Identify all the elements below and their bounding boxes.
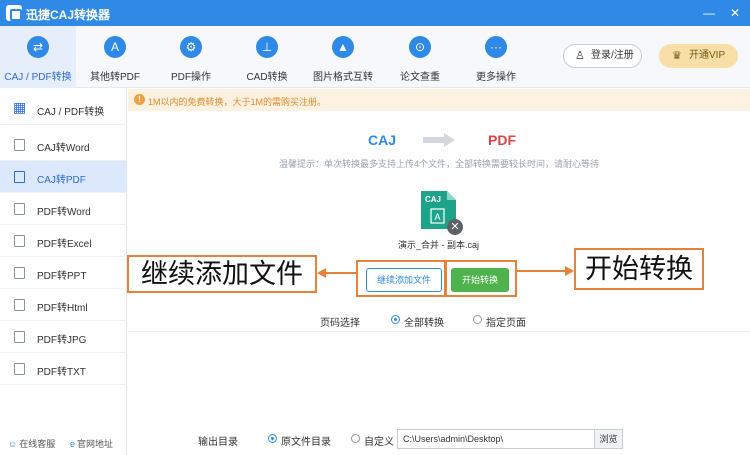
tab-pdf-ops[interactable]: ⚙ PDF操作 — [160, 26, 222, 88]
gear-icon: ⚙ — [180, 36, 202, 58]
sidebar-item-label: PDF转PPT — [37, 271, 87, 282]
sidebar-item-pdf-ppt[interactable]: PDF转PPT — [0, 257, 127, 289]
arrow-right-icon — [423, 133, 455, 147]
swap-icon: ⇄ — [27, 36, 49, 58]
sidebar-item-label: PDF转Word — [37, 207, 91, 218]
radio-custom-label[interactable]: 自定义 — [364, 433, 394, 448]
tab-label: 更多操作 — [476, 72, 516, 83]
radio-custom-dir[interactable] — [351, 434, 360, 443]
txt-file-icon — [14, 363, 25, 375]
tab-label: CAD转换 — [246, 72, 288, 83]
user-icon: ♙ — [575, 50, 585, 62]
minimize-button[interactable]: — — [700, 4, 718, 22]
sidebar-item-label: CAJ转Word — [37, 143, 90, 154]
notice-text: 1M以内的免费转换，大于1M的需购买注册。 — [148, 97, 327, 107]
vip-button[interactable]: ♛ 开通VIP — [659, 44, 738, 68]
start-convert-button[interactable]: 开始转换 — [451, 268, 509, 292]
ppt-file-icon — [14, 267, 25, 279]
website-label: 官网地址 — [77, 439, 114, 449]
tab-label: 其他转PDF — [90, 72, 140, 83]
callout-arrow-right — [517, 266, 574, 276]
free-notice-bar: ! 1M以内的免费转换，大于1M的需购买注册。 — [128, 89, 750, 111]
warning-icon: ! — [134, 94, 145, 105]
sidebar-item-caj-pdf-active[interactable]: CAJ转PDF — [0, 161, 127, 193]
callout-continue: 继续添加文件 — [127, 255, 317, 293]
sidebar-item-label: PDF转Html — [37, 303, 88, 314]
radio-specify-label[interactable]: 指定页面 — [486, 314, 526, 329]
sidebar-item-caj-word[interactable]: CAJ转Word — [0, 129, 127, 161]
remove-file-button[interactable]: ✕ — [447, 219, 463, 235]
tab-image-convert[interactable]: ▲ 图片格式互转 — [308, 26, 378, 88]
sidebar-item-pdf-excel[interactable]: PDF转Excel — [0, 225, 127, 257]
tab-more[interactable]: ··· 更多操作 — [466, 26, 526, 88]
radio-original-label[interactable]: 原文件目录 — [281, 433, 331, 448]
radio-original-dir[interactable] — [268, 434, 277, 443]
cad-icon: ⊥ — [256, 36, 278, 58]
tab-label: CAJ / PDF转换 — [4, 72, 72, 83]
globe-icon: e — [70, 439, 76, 449]
crown-icon: ♛ — [672, 50, 682, 62]
tab-caj-pdf[interactable]: ⇄ CAJ / PDF转换 — [0, 26, 76, 88]
grid-icon — [13, 99, 26, 116]
title-bar: 迅捷CAJ转换器 — ✕ — [0, 0, 750, 26]
sidebar-item-label: PDF转JPG — [37, 335, 87, 346]
html-file-icon — [14, 299, 25, 311]
login-label: 登录/注册 — [591, 50, 634, 61]
radio-all-label[interactable]: 全部转换 — [404, 314, 444, 329]
sidebar: CAJ / PDF转换 CAJ转Word CAJ转PDF PDF转Word PD… — [0, 89, 127, 455]
browse-button[interactable]: 浏览 — [595, 429, 623, 449]
sidebar-item-label: CAJ转PDF — [37, 175, 86, 186]
more-icon: ··· — [485, 36, 507, 58]
sidebar-item-label: PDF转Excel — [37, 239, 92, 250]
file-name: 演示_合并 - 副本.caj — [398, 240, 480, 250]
tab-label: 图片格式互转 — [313, 72, 373, 83]
online-service-link[interactable]: ☺ 在线客服 — [8, 437, 55, 450]
source-format: CAJ — [368, 132, 397, 148]
sidebar-item-pdf-txt[interactable]: PDF转TXT — [0, 353, 127, 385]
page-selection-row: 页码选择 全部转换 指定页面 — [128, 312, 750, 332]
sidebar-item-label: CAJ / PDF转换 — [37, 107, 105, 118]
service-label: 在线客服 — [19, 439, 56, 449]
sidebar-item-pdf-html[interactable]: PDF转Html — [0, 289, 127, 321]
sidebar-item-pdf-jpg[interactable]: PDF转JPG — [0, 321, 127, 353]
radio-all-pages[interactable] — [391, 315, 400, 324]
search-doc-icon: ⊙ — [409, 36, 431, 58]
continue-add-button[interactable]: 继续添加文件 — [366, 268, 442, 292]
word-file-icon — [14, 203, 25, 215]
sidebar-item-pdf-word[interactable]: PDF转Word — [0, 193, 127, 225]
output-label: 输出目录 — [198, 437, 238, 448]
svg-text:CAJ: CAJ — [425, 195, 441, 204]
vip-label: 开通VIP — [689, 50, 726, 61]
pdf-icon: A — [104, 36, 126, 58]
window-title: 迅捷CAJ转换器 — [26, 8, 111, 22]
radio-specify-pages[interactable] — [473, 315, 482, 324]
tip-text: 温馨提示：单次转换最多支持上传4个文件，全部转换需要较长时间，请耐心等待 — [278, 159, 599, 169]
target-format: PDF — [488, 132, 516, 148]
output-row: 输出目录 原文件目录 自定义 浏览 — [128, 428, 750, 450]
tab-other-to-pdf[interactable]: A 其他转PDF — [83, 26, 147, 88]
sidebar-item-label: PDF转TXT — [37, 367, 86, 378]
excel-file-icon — [14, 235, 25, 247]
tab-label: PDF操作 — [171, 72, 211, 83]
tab-plagiarism[interactable]: ⊙ 论文查重 — [390, 26, 450, 88]
output-path-input[interactable] — [397, 429, 595, 449]
page-selection-label: 页码选择 — [320, 318, 360, 329]
app-logo-icon — [6, 5, 22, 21]
tab-cad[interactable]: ⊥ CAD转换 — [236, 26, 298, 88]
website-link[interactable]: e 官网地址 — [70, 437, 113, 450]
svg-text:A: A — [435, 212, 441, 222]
pdf-file-icon — [14, 171, 25, 183]
headset-icon: ☺ — [8, 439, 18, 449]
sidebar-item-caj-pdf[interactable]: CAJ / PDF转换 — [0, 93, 127, 125]
word-file-icon — [14, 139, 25, 151]
login-button[interactable]: ♙ 登录/注册 — [563, 44, 642, 68]
callout-arrow-left — [317, 268, 357, 278]
image-icon: ▲ — [332, 36, 354, 58]
jpg-file-icon — [14, 331, 25, 343]
close-button[interactable]: ✕ — [726, 4, 744, 22]
callout-start: 开始转换 — [574, 248, 704, 290]
tab-label: 论文查重 — [400, 72, 440, 83]
